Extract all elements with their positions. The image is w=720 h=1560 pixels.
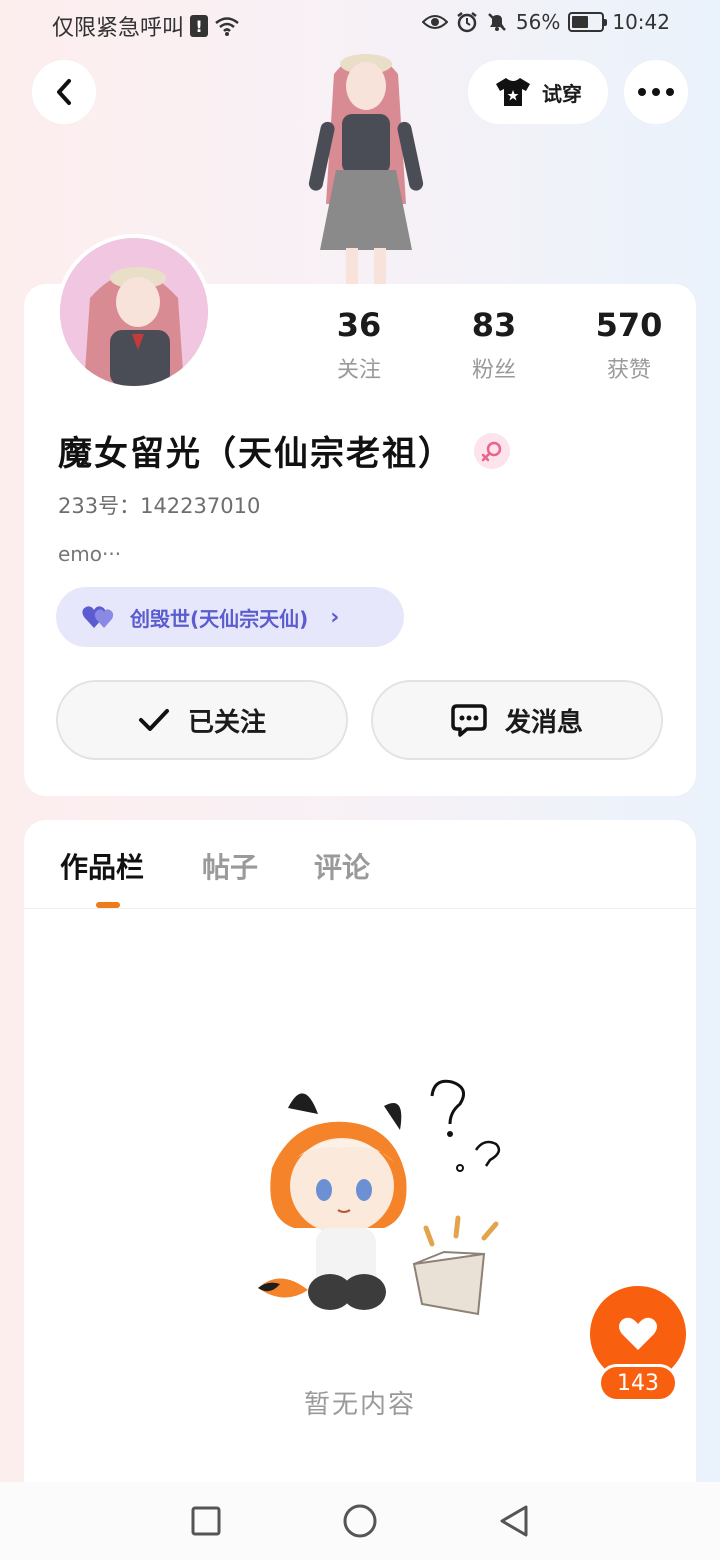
stat-following[interactable]: 36 关注 xyxy=(304,306,414,384)
user-bio: emo··· xyxy=(58,542,122,566)
battery-percent: 56% xyxy=(515,10,561,34)
home-circle-icon[interactable] xyxy=(342,1503,378,1539)
tab-works[interactable]: 作品栏 xyxy=(60,846,144,886)
tab-comments[interactable]: 评论 xyxy=(314,846,370,886)
alarm-icon xyxy=(457,12,477,33)
stat-label: 获赞 xyxy=(606,358,651,383)
stat-label: 粉丝 xyxy=(471,358,516,383)
more-dots-icon xyxy=(638,88,674,96)
status-bar: 仅限紧急呼叫 ! 56% 10:42 xyxy=(0,0,720,50)
carrier-text: 仅限紧急呼叫 xyxy=(52,16,185,41)
tab-bar: 作品栏 帖子 评论 xyxy=(24,820,696,909)
followed-button[interactable]: 已关注 xyxy=(56,680,348,760)
more-options-button[interactable] xyxy=(624,60,688,124)
wifi-icon xyxy=(215,17,239,36)
stat-value: 83 xyxy=(471,306,517,344)
back-triangle-icon[interactable] xyxy=(498,1504,530,1538)
hearts-icon xyxy=(82,606,114,628)
send-message-button[interactable]: 发消息 xyxy=(371,680,663,760)
empty-state-illustration xyxy=(258,1079,501,1316)
recents-square-icon[interactable] xyxy=(190,1505,222,1537)
mute-bell-icon xyxy=(488,13,506,31)
profile-stats: 36 关注 83 粉丝 570 获赞 xyxy=(304,306,684,384)
chat-bubble-icon xyxy=(451,704,487,737)
try-on-label: 试穿 xyxy=(542,81,582,106)
tshirt-icon xyxy=(496,78,530,106)
stat-value: 570 xyxy=(595,306,663,344)
avatar-image xyxy=(60,238,208,386)
send-message-label: 发消息 xyxy=(504,707,583,738)
heart-icon xyxy=(619,1317,657,1350)
tab-indicator xyxy=(96,902,120,908)
checkmark-icon xyxy=(138,709,169,731)
like-count: 143 xyxy=(598,1364,678,1402)
avatar[interactable] xyxy=(56,234,212,390)
female-gender-icon xyxy=(474,432,510,469)
content-card: 作品栏 帖子 评论 暂无内容 xyxy=(24,820,696,1482)
stat-value: 36 xyxy=(336,306,382,344)
stat-followers[interactable]: 83 粉丝 xyxy=(439,306,549,384)
back-button[interactable] xyxy=(32,60,96,124)
empty-state-text: 暂无内容 xyxy=(303,1390,416,1420)
battery-icon xyxy=(568,12,608,32)
chevron-left-icon xyxy=(57,79,71,105)
user-name: 魔女留光（天仙宗老祖） xyxy=(58,434,454,474)
guild-name: 创毁世(天仙宗天仙) xyxy=(130,606,309,631)
system-nav-bar xyxy=(0,1482,720,1560)
character-figure xyxy=(308,54,424,284)
eye-icon xyxy=(421,15,448,29)
sim-alert-icon: ! xyxy=(190,15,209,37)
tab-posts[interactable]: 帖子 xyxy=(202,846,258,886)
chevron-right-icon: › xyxy=(330,604,340,630)
guild-badge[interactable]: 创毁世(天仙宗天仙) › xyxy=(56,587,404,647)
user-id: 233号：142237010 xyxy=(58,494,261,518)
clock: 10:42 xyxy=(612,10,670,34)
followed-label: 已关注 xyxy=(187,707,266,738)
try-on-button[interactable]: 试穿 xyxy=(468,60,608,124)
stat-label: 关注 xyxy=(336,358,381,383)
stat-likes[interactable]: 570 获赞 xyxy=(574,306,684,384)
